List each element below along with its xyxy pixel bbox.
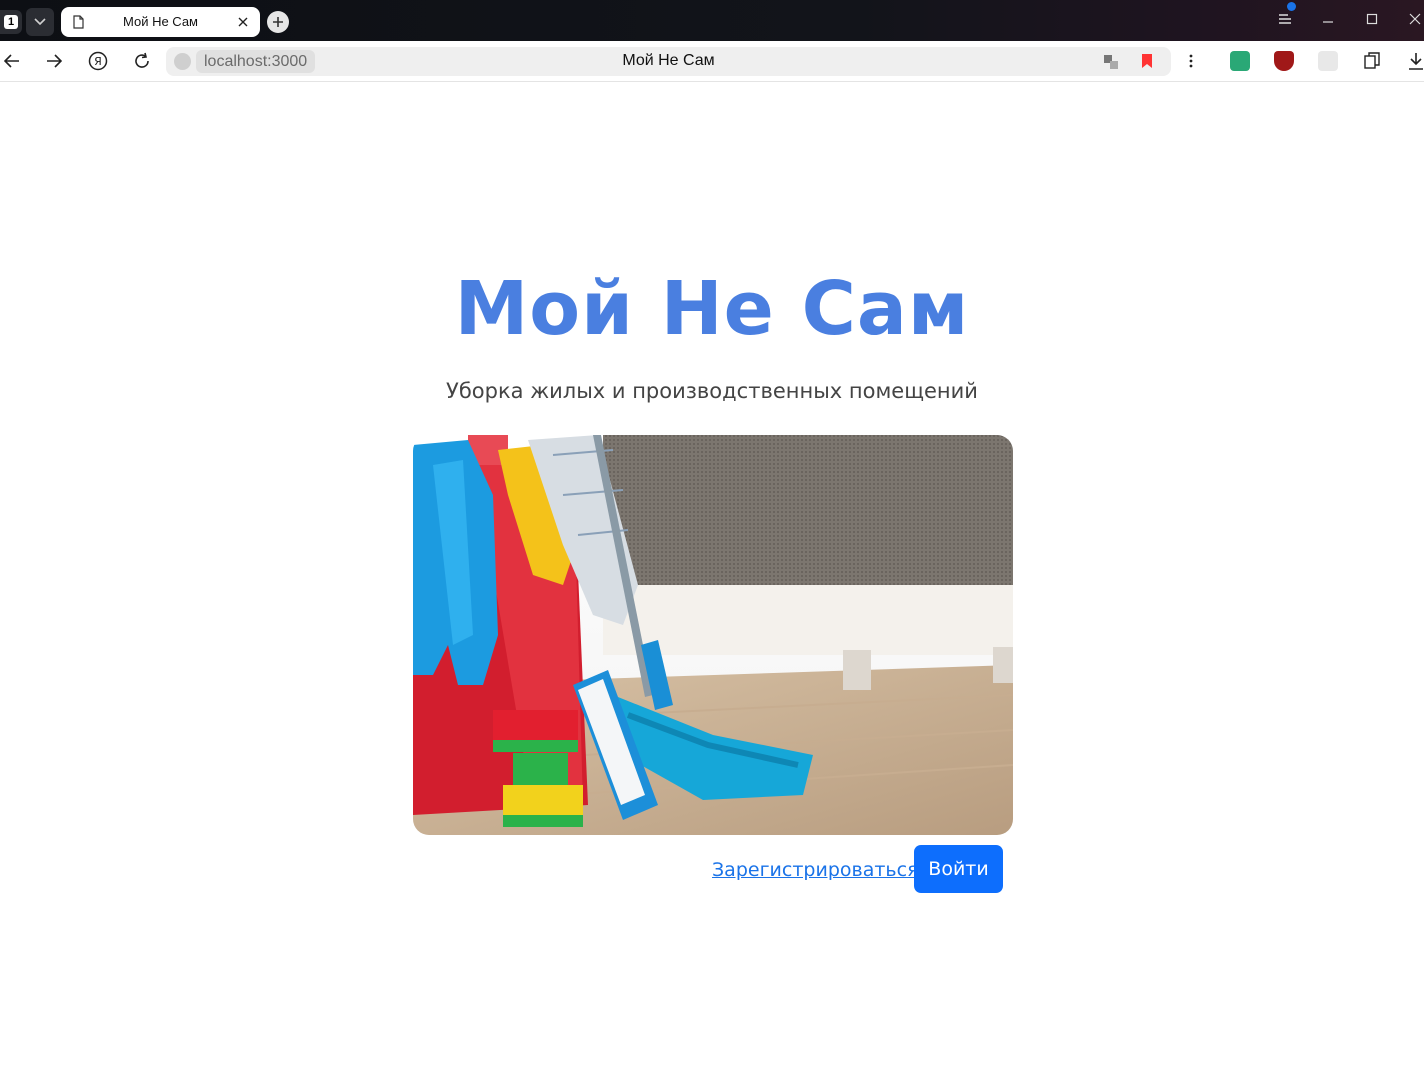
plus-icon bbox=[273, 17, 283, 27]
collections-button[interactable] bbox=[1360, 49, 1384, 73]
address-bar[interactable]: localhost:3000 Мой Не Сам bbox=[166, 47, 1171, 76]
extension-icon[interactable] bbox=[1230, 51, 1250, 71]
active-tab[interactable]: Мой Не Сам bbox=[61, 7, 260, 37]
chevron-down-icon bbox=[34, 18, 46, 26]
menu-icon bbox=[1279, 14, 1291, 24]
close-icon[interactable] bbox=[236, 15, 250, 29]
register-link[interactable]: Зарегистрироваться bbox=[712, 859, 919, 881]
close-window-button[interactable] bbox=[1400, 4, 1424, 34]
extension-icon[interactable] bbox=[1318, 51, 1338, 71]
maximize-button[interactable] bbox=[1357, 4, 1387, 34]
ublock-icon[interactable] bbox=[1274, 51, 1294, 71]
tab-counter[interactable]: 1 bbox=[0, 10, 22, 34]
reload-button[interactable] bbox=[130, 49, 154, 73]
svg-text:Я: Я bbox=[94, 55, 102, 68]
notification-dot bbox=[1287, 2, 1296, 11]
yandex-button[interactable]: Я bbox=[86, 49, 110, 73]
more-icon bbox=[1189, 54, 1193, 68]
minimize-icon bbox=[1323, 21, 1333, 23]
more-button[interactable] bbox=[1179, 49, 1203, 73]
download-button[interactable] bbox=[1404, 49, 1424, 73]
tab-count: 1 bbox=[4, 15, 18, 29]
page-title: Мой Не Сам bbox=[454, 266, 970, 352]
download-icon bbox=[1409, 53, 1423, 70]
yandex-icon: Я bbox=[88, 51, 108, 71]
tab-list-button[interactable] bbox=[26, 8, 54, 36]
back-icon bbox=[4, 54, 19, 68]
address-page-title: Мой Не Сам bbox=[622, 52, 715, 69]
cleaning-illustration bbox=[413, 435, 1013, 835]
tab-title: Мой Не Сам bbox=[122, 14, 198, 29]
new-tab-button[interactable] bbox=[267, 11, 289, 33]
bookmark-icon[interactable] bbox=[1141, 53, 1153, 69]
translate-icon[interactable] bbox=[1103, 54, 1119, 70]
close-icon bbox=[1409, 13, 1421, 25]
browser-toolbar: Я localhost:3000 Мой Не Сам bbox=[0, 41, 1424, 82]
page-subtitle: Уборка жилых и производственных помещени… bbox=[446, 379, 978, 403]
reload-icon bbox=[135, 52, 149, 68]
collections-icon bbox=[1364, 52, 1380, 69]
cleaning-supplies-image bbox=[413, 435, 1013, 835]
back-button[interactable] bbox=[0, 49, 24, 73]
minimize-button[interactable] bbox=[1313, 4, 1343, 34]
maximize-icon bbox=[1366, 13, 1378, 25]
forward-icon bbox=[47, 54, 62, 68]
login-button[interactable]: Войти bbox=[914, 845, 1003, 893]
browser-titlebar: 1 Мой Не Сам bbox=[0, 0, 1424, 41]
forward-button[interactable] bbox=[42, 49, 66, 73]
